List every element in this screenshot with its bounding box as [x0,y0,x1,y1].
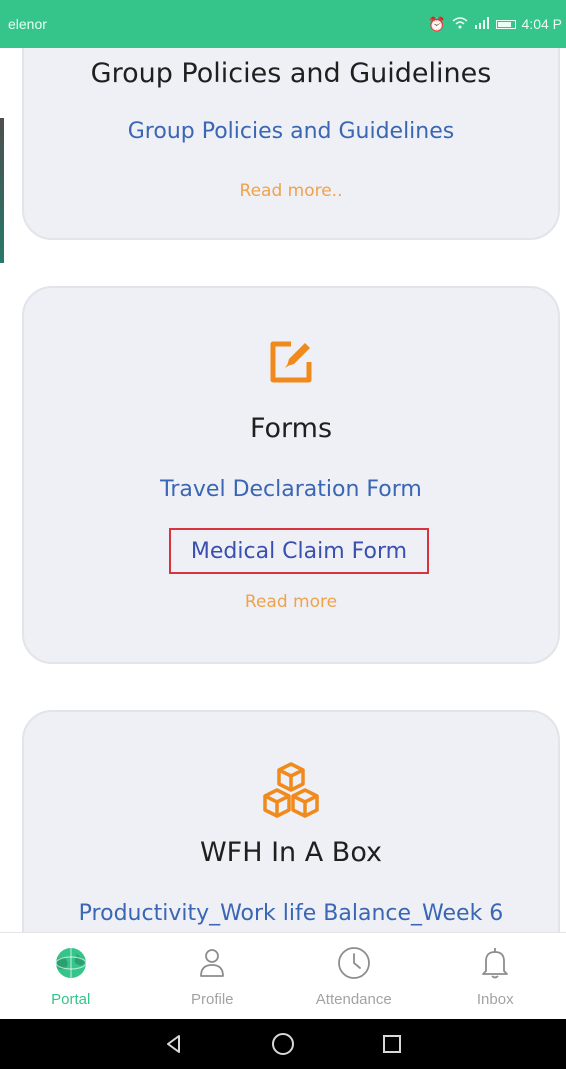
read-more-link[interactable]: Read more [24,592,558,612]
productivity-link[interactable]: Productivity_Work life Balance_Week 6 [24,901,558,926]
bottom-navigation: Portal Profile Attendance Inbox [0,932,566,1019]
recents-icon[interactable] [381,1033,403,1055]
signal-icon [474,17,490,31]
medical-claim-form-link[interactable]: Medical Claim Form [169,528,429,574]
nav-label: Portal [51,990,91,1008]
card-title: Group Policies and Guidelines [90,58,492,89]
nav-label: Attendance [315,990,392,1008]
nav-label: Inbox [476,990,514,1008]
card-title: WFH In A Box [199,837,382,868]
nav-portal[interactable]: Portal [16,945,126,1008]
nav-attendance[interactable]: Attendance [299,945,409,1008]
back-icon[interactable] [163,1033,185,1055]
system-navigation-bar [0,1019,566,1069]
card-title: Forms [249,413,333,444]
status-bar: elenor ⏰ 4:04 P [0,0,566,48]
user-icon [194,945,230,985]
nav-profile[interactable]: Profile [157,945,267,1008]
wifi-icon [452,17,468,31]
alarm-icon: ⏰ [428,16,446,32]
group-policies-link[interactable]: Group Policies and Guidelines [24,119,558,144]
globe-icon [53,945,89,985]
status-time: 4:04 P [521,16,562,32]
bell-icon [477,945,513,985]
status-icons: ⏰ 4:04 P [428,16,562,32]
carrier-label: elenor [8,16,47,32]
nav-label: Profile [190,990,234,1008]
read-more-link[interactable]: Read more.. [24,181,558,201]
app-screen: elenor ⏰ 4:04 P Group Policies and Guide… [0,0,566,1069]
forms-card: Forms Travel Declaration Form Medical Cl… [22,286,560,664]
home-icon[interactable] [271,1032,295,1056]
wfh-in-a-box-card: WFH In A Box Productivity_Work life Bala… [22,710,560,932]
edit-form-icon [267,338,315,390]
nav-inbox[interactable]: Inbox [440,945,550,1008]
boxes-icon [261,762,321,822]
group-policies-card: Group Policies and Guidelines Group Poli… [22,48,560,240]
clock-icon [336,945,372,985]
battery-icon [495,19,516,29]
travel-declaration-form-link[interactable]: Travel Declaration Form [24,477,558,502]
portal-content: Group Policies and Guidelines Group Poli… [0,48,566,932]
